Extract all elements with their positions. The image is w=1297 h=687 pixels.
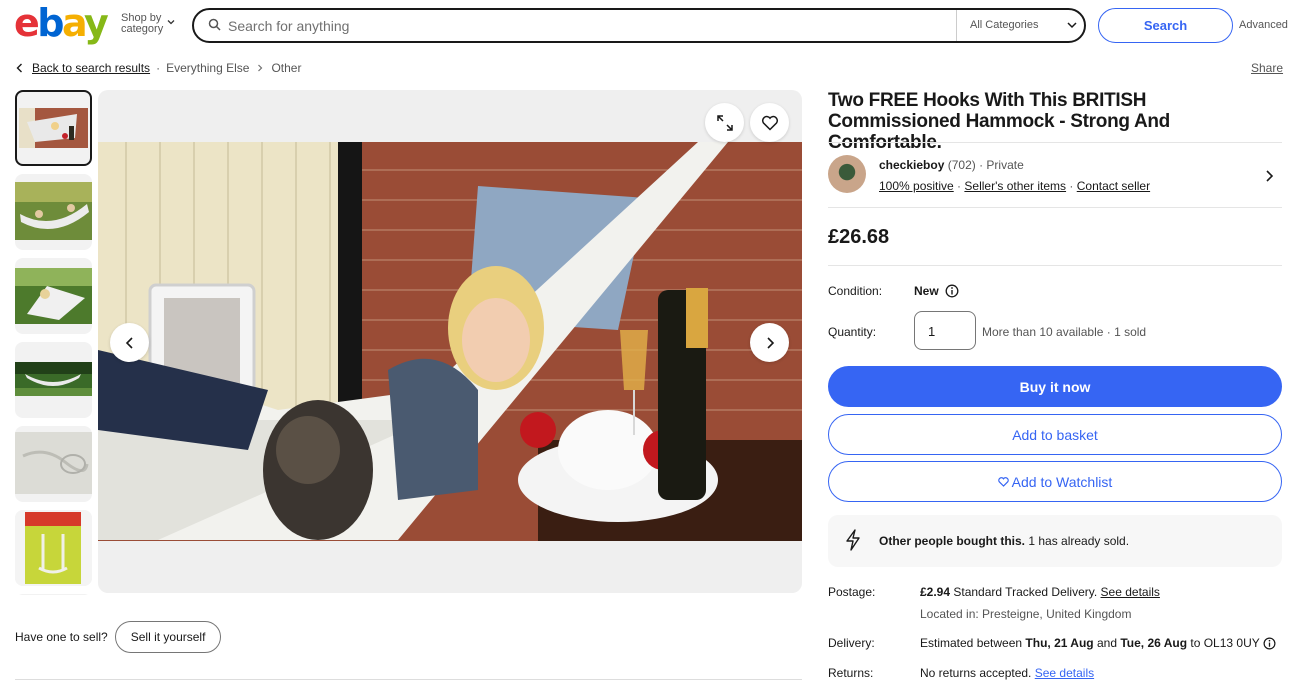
condition-label: Condition: [828,284,883,298]
seller-other-items-link[interactable]: Seller's other items [964,179,1066,193]
delivery-and: and [1093,636,1121,650]
seller-name[interactable]: checkieboy [879,158,944,172]
chevron-down-icon [167,20,175,25]
buy-it-now-button[interactable]: Buy it now [828,366,1282,407]
thumbnail-strip [15,90,92,595]
chevron-left-icon [125,336,133,349]
back-to-search-link[interactable]: Back to search results [32,61,150,75]
returns-see-details-link[interactable]: See details [1035,666,1094,680]
seller-avatar[interactable] [828,155,866,193]
seller-positive-link[interactable]: 100% positive [879,179,954,193]
share-link[interactable]: Share [1251,61,1283,75]
previous-image-button[interactable] [110,323,149,362]
postage-method: Standard Tracked Delivery. [950,585,1101,599]
postage-value: £2.94 Standard Tracked Delivery. See det… [920,585,1160,599]
chevron-down-icon [1067,22,1077,29]
returns-value: No returns accepted. See details [920,666,1094,680]
quantity-input[interactable]: 1 [914,311,976,350]
postage-price: £2.94 [920,585,951,599]
delivery-label: Delivery: [828,636,875,650]
heart-icon [761,115,778,131]
notice-rest: 1 has already sold. [1025,534,1130,548]
item-location: Located in: Presteigne, United Kingdom [920,607,1132,621]
postage-label: Postage: [828,585,876,599]
product-photo [98,142,802,541]
thumbnail-5[interactable] [15,426,92,502]
condition-value-row: New [914,284,959,298]
breadcrumb-other[interactable]: Other [271,61,301,75]
seller-info: checkieboy (702) · Private [879,158,1024,172]
main-product-image[interactable] [98,90,802,593]
sell-section: Have one to sell? Sell it yourself [15,621,222,653]
contact-seller-link[interactable]: Contact seller [1077,179,1150,193]
postage-see-details-link[interactable]: See details [1101,585,1160,599]
lightning-icon [846,529,860,551]
delivery-to: Tue, 26 Aug [1120,636,1188,650]
category-select[interactable]: All Categories [970,19,1038,31]
divider [828,265,1282,266]
search-divider [956,10,957,41]
sold-notice: Other people bought this. 1 has already … [828,515,1282,567]
returns-label: Returns: [828,666,874,680]
divider [15,679,802,680]
header: ebay Shop by category All Categories Sea… [0,0,1297,50]
shop-by-category-label: category [121,23,164,35]
advanced-search-link[interactable]: Advanced [1239,19,1288,31]
thumbnail-image [15,182,92,240]
thumbnail-image [19,108,88,148]
chevron-right-icon [258,64,263,72]
notice-text: Other people bought this. 1 has already … [879,534,1129,548]
chevron-right-icon[interactable] [1263,168,1275,184]
expand-image-button[interactable] [705,103,744,142]
thumbnail-7[interactable] [15,594,92,595]
heart-icon [997,476,1009,487]
thumbnail-2[interactable] [15,174,92,250]
delivery-from: Thu, 21 Aug [1025,636,1094,650]
thumbnail-6[interactable] [15,510,92,586]
thumbnail-image [15,362,92,396]
sell-it-yourself-button[interactable]: Sell it yourself [114,621,222,653]
watch-heart-button[interactable] [750,103,789,142]
availability-text: More than 10 available · 1 sold [982,325,1147,339]
add-to-watchlist-button[interactable]: Add to Watchlist [828,461,1282,502]
next-image-button[interactable] [750,323,789,362]
add-to-watchlist-label: Add to Watchlist [1011,473,1113,490]
quantity-label: Quantity: [828,325,877,339]
notice-bold: Other people bought this. [879,534,1025,548]
chevron-right-icon [766,336,774,349]
search-bar: All Categories [192,8,1086,43]
info-icon[interactable] [945,284,959,298]
divider [828,142,1282,143]
add-to-basket-button[interactable]: Add to basket [828,414,1282,455]
thumbnail-1[interactable] [15,90,92,166]
returns-text: No returns accepted. [920,666,1035,680]
search-input[interactable] [228,16,928,36]
sell-prompt: Have one to sell? [15,630,108,644]
delivery-value: Estimated between Thu, 21 Aug and Tue, 2… [920,636,1276,650]
listing-title: Two FREE Hooks With This BRITISH Commiss… [828,90,1170,153]
price: £26.68 [828,226,890,248]
seller-type: · Private [979,158,1024,172]
chevron-left-icon[interactable] [14,62,26,74]
breadcrumb: Back to search results · Everything Else… [14,61,301,75]
search-icon [208,18,221,31]
thumbnail-4[interactable] [15,342,92,418]
delivery-pre: Estimated between [920,636,1026,650]
search-button[interactable]: Search [1098,8,1233,43]
condition-value: New [914,284,939,298]
breadcrumb-everything-else[interactable]: Everything Else [166,61,249,75]
delivery-post: to OL13 0UY [1187,636,1260,650]
thumbnail-image [15,432,92,494]
breadcrumb-separator: · [156,61,161,75]
ebay-logo[interactable]: ebay [14,4,109,42]
seller-links: 100% positive · Seller's other items · C… [879,179,1151,193]
thumbnail-image [15,268,92,324]
divider [828,207,1282,208]
info-icon[interactable] [1263,637,1276,650]
seller-feedback-count: (702) [947,158,976,172]
expand-icon [716,114,733,131]
shop-by-category-button[interactable]: Shop by category [121,13,175,35]
thumbnail-image [15,510,92,586]
thumbnail-3[interactable] [15,258,92,334]
